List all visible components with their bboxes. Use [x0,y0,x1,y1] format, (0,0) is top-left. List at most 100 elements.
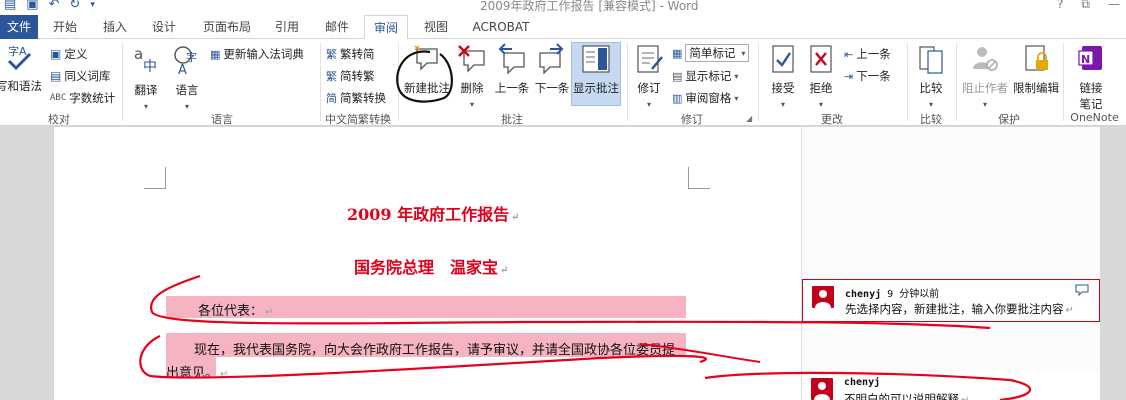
previous-comment-button[interactable]: 上一条 [492,43,532,96]
crop-mark [688,167,710,189]
document-title[interactable]: 2009 年政府工作报告 ↵ [347,201,520,225]
chinese-conversion-button[interactable]: 简 简繁转换 [326,90,386,106]
comment-author: chenyj [844,377,881,388]
thesaurus-button[interactable]: ▤ 同义词库 [50,68,110,84]
customize-qat-icon[interactable]: ▾ [90,0,95,13]
group-separator [627,43,628,121]
show-markup-button[interactable]: ▤ 显示标记 ▾ [672,68,738,84]
tab-mailings[interactable]: 邮件 [320,15,354,39]
word-app-icon[interactable]: ▤ [4,0,16,13]
undo-icon[interactable]: ↶ [49,0,60,13]
window-title: 2009年政府工作报告 [兼容模式] - Word [480,0,699,13]
avatar [811,378,833,400]
chevron-down-icon: ▾ [741,48,746,58]
reply-comment-icon[interactable] [1075,284,1089,299]
restrict-editing-button[interactable]: 限制编辑 [1010,43,1062,96]
tab-acrobat[interactable]: ACROBAT [470,15,532,39]
tracking-dialog-launcher-icon[interactable]: ◢ [746,114,752,123]
group-label-protect: 保护 [998,113,1020,126]
compare-button[interactable]: 比较 ▾ [911,43,951,110]
comment-balloon[interactable]: chenyj 不明白的可以说明解释↵ [802,372,1100,400]
next-comment-button[interactable]: 下一条 [532,43,572,96]
traditional-to-simplified-button[interactable]: 繁 繁转简 [326,46,375,62]
save-icon[interactable]: ▣ [26,0,38,13]
tab-view[interactable]: 视图 [419,15,453,39]
simplified-to-traditional-button[interactable]: 繁 简转繁 [326,68,375,84]
tab-references[interactable]: 引用 [270,15,304,39]
simplified-to-traditional-icon: 繁 [326,70,337,83]
svg-text:N: N [1081,53,1090,66]
tab-review[interactable]: 审阅 [364,15,408,40]
document-author-line[interactable]: 国务院总理 温家宝 ↵ [354,254,508,278]
paragraph-greeting[interactable]: 各位代表： ↵ [198,300,273,319]
markup-area [801,127,1100,400]
ribbon-display-options-button[interactable]: ⧉ [1081,0,1090,12]
thesaurus-icon: ▤ [50,69,62,83]
delete-comment-icon [458,45,485,73]
chevron-down-icon: ▾ [143,102,148,111]
linked-notes-button[interactable]: N 链接 笔记 [1068,43,1114,112]
group-separator [122,43,123,121]
help-button[interactable]: ? [1057,0,1063,12]
track-changes-icon [637,45,663,73]
group-separator [758,43,759,121]
tab-design[interactable]: 设计 [147,15,181,39]
paragraph-opening-line-2[interactable]: 出意见。 ↵ [166,362,228,381]
group-separator [956,43,957,121]
word-count-button[interactable]: ABC 字数统计 [50,90,115,106]
redo-icon[interactable]: ↻ [70,0,81,13]
show-comments-icon [582,45,610,73]
language-button[interactable]: 字 A 语言 ▾ [167,43,207,112]
comment-balloon[interactable]: chenyj 9 分钟以前 先选择内容，新建批注，输入你要批注内容 ↵ [802,279,1100,322]
group-label-chinese-conversion: 中文简繁转换 [325,113,391,126]
comment-text[interactable]: 不明白的可以说明解释↵ [844,391,969,400]
tab-insert[interactable]: 插入 [98,15,132,39]
tab-page-layout[interactable]: 页面布局 [198,15,256,39]
accept-change-icon [772,45,794,73]
previous-change-icon: ⇤ [844,47,854,61]
new-comment-icon [414,45,438,71]
comment-text[interactable]: 先选择内容，新建批注，输入你要批注内容 ↵ [845,301,1074,317]
block-authors-button[interactable]: 阻止作者 ▾ [960,43,1010,110]
avatar [812,286,834,308]
accept-change-button[interactable]: 接受 ▾ [764,43,802,110]
spelling-grammar-button[interactable]: 字A 写和语法 [0,43,42,94]
chinese-conversion-icon: 简 [326,92,337,105]
compare-icon [919,46,943,74]
markup-display-icon: ▦ [672,46,683,60]
previous-comment-icon [498,43,525,75]
minimize-button[interactable]: — [1108,0,1120,12]
person-icon [814,382,830,400]
previous-change-button[interactable]: ⇤ 上一条 [844,46,891,62]
next-change-icon: ⇥ [844,69,854,83]
group-separator [320,43,321,121]
chevron-down-icon: ▾ [818,100,823,109]
comment-author: chenyj 9 分钟以前 [845,289,940,300]
track-changes-button[interactable]: 修订 ▾ [630,43,668,110]
translate-button[interactable]: a 中 翻译 ▾ [126,43,166,112]
reviewing-pane-button[interactable]: ▥ 审阅窗格 ▾ [672,90,738,106]
ribbon-tabs: 文件 开始 插入 设计 页面布局 引用 邮件 审阅 视图 ACROBAT [0,15,1126,40]
group-separator [907,43,908,121]
update-ime-dictionary-button[interactable]: ▦ 更新输入法词典 [210,46,304,62]
tab-home[interactable]: 开始 [48,15,82,39]
document-area: 2009 年政府工作报告 ↵ 国务院总理 温家宝 ↵ 各位代表： ↵ 现在，我代表国务… [0,127,1126,400]
chevron-down-icon: ▾ [646,100,651,109]
tab-file[interactable]: 文件 [0,15,38,39]
chevron-down-icon: ▾ [734,71,739,81]
delete-comment-button[interactable]: 删除 ▾ [452,43,492,110]
document-page[interactable]: 2009 年政府工作报告 ↵ 国务院总理 温家宝 ↵ 各位代表： ↵ 现在，我代表国务… [54,127,801,400]
chevron-down-icon: ▾ [780,100,785,109]
show-comments-toggle[interactable]: 显示批注 [571,42,621,106]
define-button[interactable]: ▣ 定义 [50,46,87,62]
reviewing-pane-icon: ▥ [672,91,683,105]
new-comment-button[interactable]: 新建批注 [403,43,451,96]
crop-mark [144,167,166,189]
paragraph-opening-line[interactable]: 现在，我代表国务院，向大会作政府工作报告，请予审议，并请全国政协各位委员提 [194,339,675,358]
svg-text:字A: 字A [8,44,27,58]
markup-display-select[interactable]: ▦ 简单标记 ▾ [672,44,750,62]
next-change-button[interactable]: ⇥ 下一条 [844,68,891,84]
group-separator [1063,43,1064,121]
reject-change-button[interactable]: 拒绝 ▾ [802,43,840,110]
restrict-editing-icon [1025,45,1048,71]
